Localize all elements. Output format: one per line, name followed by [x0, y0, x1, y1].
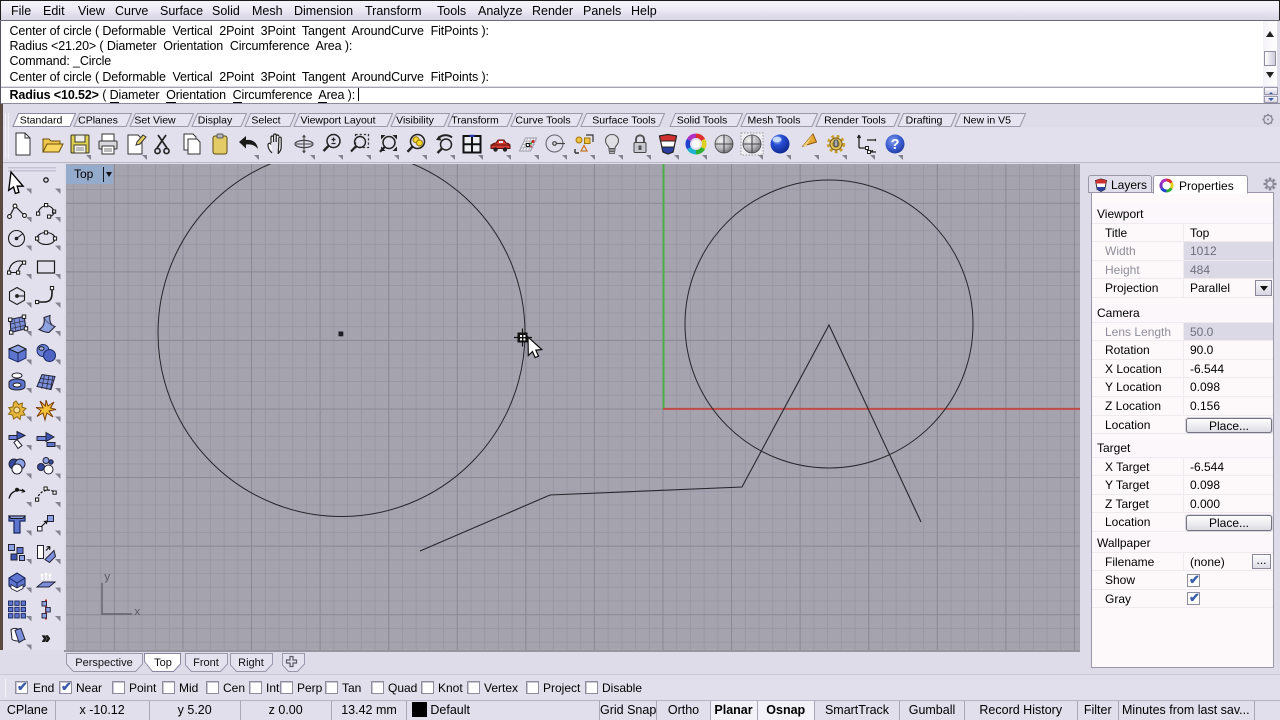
svg-text:Perspective: Perspective — [75, 657, 132, 669]
svg-text:Drafting: Drafting — [906, 115, 943, 127]
svg-text:Top: Top — [154, 657, 172, 669]
svg-text:?: ? — [891, 137, 900, 153]
svg-text:Display: Display — [198, 115, 233, 127]
svg-text:»: » — [42, 630, 50, 647]
svg-text:Select: Select — [251, 115, 280, 127]
svg-text:Solid Tools: Solid Tools — [677, 115, 728, 127]
svg-text:Viewport Layout: Viewport Layout — [300, 115, 375, 127]
svg-text:Front: Front — [193, 657, 219, 669]
svg-text:Mesh Tools: Mesh Tools — [748, 115, 801, 127]
svg-text:Standard: Standard — [20, 115, 63, 127]
svg-text:Transform: Transform — [451, 115, 499, 127]
svg-text:CPlanes: CPlanes — [78, 115, 118, 127]
svg-text:Surface Tools: Surface Tools — [592, 115, 655, 127]
svg-text:Visibility: Visibility — [396, 115, 434, 127]
svg-text:Render Tools: Render Tools — [824, 115, 886, 127]
svg-text:Right: Right — [238, 657, 264, 669]
svg-text:New in V5: New in V5 — [963, 115, 1011, 127]
svg-text:x: x — [134, 607, 141, 619]
svg-text:Curve Tools: Curve Tools — [515, 115, 570, 127]
svg-text:Set View: Set View — [134, 115, 176, 127]
svg-text:y: y — [104, 572, 111, 584]
